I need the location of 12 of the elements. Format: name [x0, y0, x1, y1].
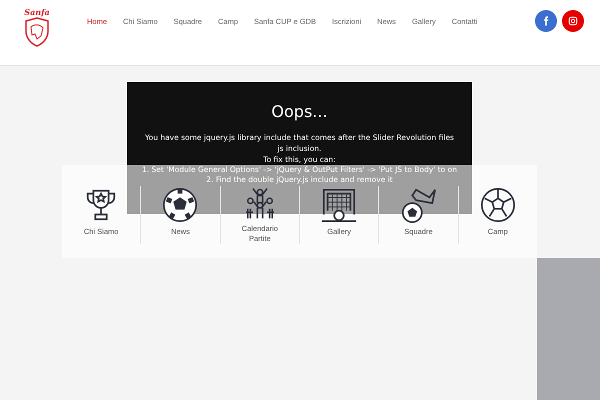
shield-icon — [24, 17, 50, 47]
logo[interactable]: Sanfa — [20, 8, 54, 47]
boot-and-ball-icon — [399, 186, 438, 224]
logo-text: Sanfa — [24, 8, 50, 17]
social-button[interactable] — [562, 10, 584, 32]
social-button[interactable] — [535, 10, 557, 32]
soccer-ball-icon — [478, 186, 517, 224]
soccer-goal-icon — [320, 186, 358, 224]
soccer-ball-icon — [161, 186, 200, 224]
instagram-icon — [568, 16, 578, 26]
error-title: Oops... — [271, 102, 328, 122]
facebook-icon — [541, 16, 551, 26]
